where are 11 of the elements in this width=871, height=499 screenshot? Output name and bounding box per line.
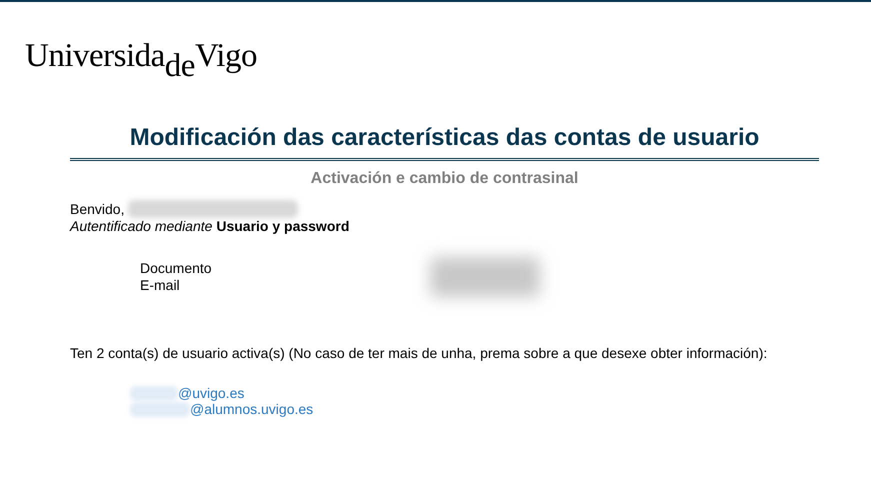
page-subtitle: Activación e cambio de contrasinal [310,170,578,188]
account-link[interactable]: @uvigo.es [178,385,244,402]
detail-label: E-mail [140,277,181,294]
page-title: Modificación das características das contas de usuario [130,124,760,152]
accounts-intro: Ten 2 conta(s) de usuario activa(s) (No caso de ter mais de unha, prema sobre a que desexe obter información): [70,345,768,362]
account-link[interactable]: @alumnos.uvigo.es [190,401,314,418]
redacted-username [130,402,190,417]
detail-label: Documento [140,260,213,278]
welcome-text: Benvido, [70,200,124,218]
redacted-username [130,386,178,401]
authentication-text: Autentificado mediante Usuario y password [70,218,350,236]
